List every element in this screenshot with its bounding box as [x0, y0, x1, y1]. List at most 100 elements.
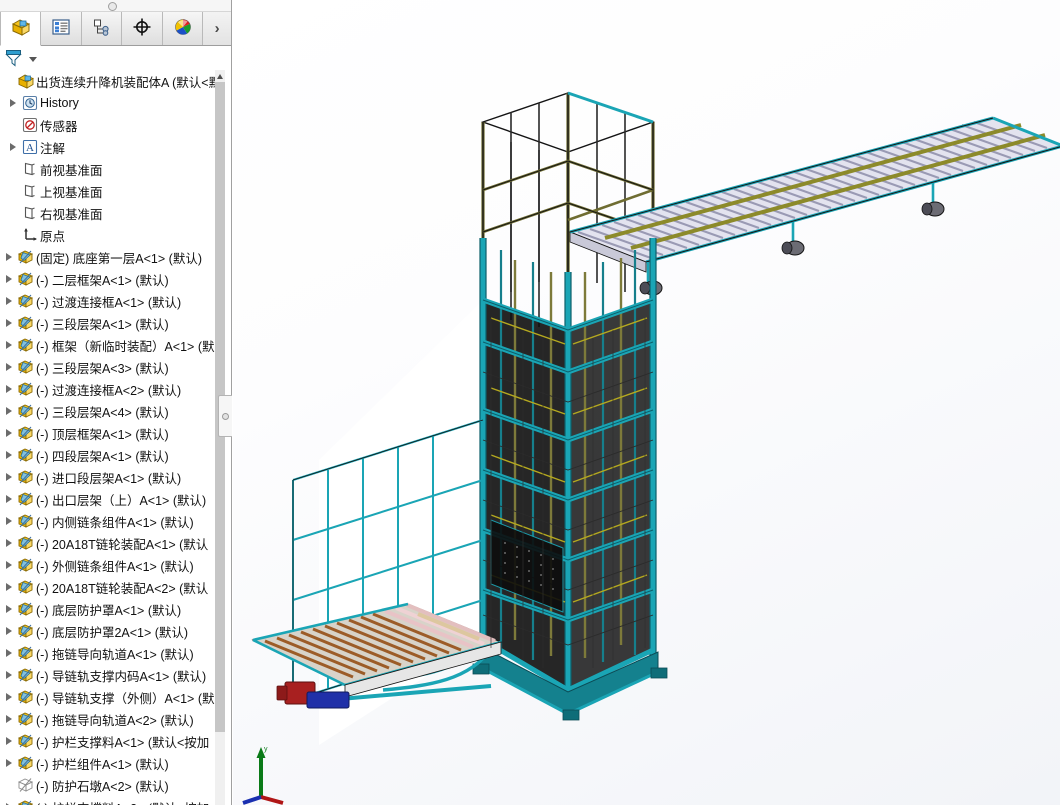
tree-item[interactable]: (-) 二层框架A<1> (默认) — [0, 268, 216, 290]
tree-item[interactable]: History — [0, 92, 216, 114]
tree-item[interactable]: (-) 拖链导向轨道A<2> (默认) — [0, 708, 216, 730]
panel-pin-dot[interactable] — [108, 2, 117, 11]
tree-expander-placeholder — [6, 114, 20, 136]
tree-expand-arrow-icon[interactable] — [6, 92, 20, 114]
tree-item[interactable]: (-) 底层防护罩2A<1> (默认) — [0, 620, 216, 642]
tab-property-manager[interactable] — [41, 12, 82, 45]
tree-expand-arrow-icon[interactable] — [2, 598, 16, 620]
tree-expand-arrow-icon[interactable] — [2, 576, 16, 598]
tree-expand-arrow-icon[interactable] — [2, 488, 16, 510]
tree-expand-arrow-icon[interactable] — [2, 642, 16, 664]
tree-item[interactable]: (-) 过渡连接框A<1> (默认) — [0, 290, 216, 312]
tree-expand-arrow-icon[interactable] — [6, 136, 20, 158]
tree-item[interactable]: (-) 20A18T链轮装配A<2> (默认 — [0, 576, 216, 598]
component-icon — [16, 664, 36, 686]
tree-item[interactable]: 原点 — [0, 224, 216, 246]
tree-expand-arrow-icon[interactable] — [2, 554, 16, 576]
tree-expand-arrow-icon[interactable] — [2, 290, 16, 312]
tab-configuration-manager[interactable] — [81, 12, 123, 45]
outfeed-roller-conveyor — [568, 116, 1060, 296]
tree-item[interactable]: (-) 防护石墩A<2> (默认) — [0, 774, 216, 796]
tree-item[interactable]: 上视基准面 — [0, 180, 216, 202]
tree-expand-arrow-icon[interactable] — [2, 730, 16, 752]
component-icon — [16, 312, 36, 334]
tree-expand-arrow-icon[interactable] — [2, 796, 16, 805]
tree-item[interactable]: (-) 护栏组件A<1> (默认) — [0, 752, 216, 774]
component-icon — [16, 334, 36, 356]
graphics-viewport[interactable]: y — [233, 0, 1060, 805]
tree-item-label: (-) 导链轨支撑（外侧）A<1> (默 — [36, 691, 215, 706]
tree-item[interactable]: (-) 三段层架A<4> (默认) — [0, 400, 216, 422]
tab-overflow-chevron[interactable]: › — [203, 12, 231, 45]
tree-expand-arrow-icon[interactable] — [2, 510, 16, 532]
tree-item[interactable]: (-) 内侧链条组件A<1> (默认) — [0, 510, 216, 532]
tree-item[interactable]: (固定) 底座第一层A<1> (默认) — [0, 246, 216, 268]
gearbox-blue — [306, 691, 350, 709]
tree-item[interactable]: (-) 三段层架A<3> (默认) — [0, 356, 216, 378]
tree-filter-bar[interactable] — [0, 46, 231, 73]
component-icon — [16, 752, 36, 774]
tree-item[interactable]: (-) 三段层架A<1> (默认) — [0, 312, 216, 334]
tree-rows: History 传感器 A 注解 前视基准面 上视基准面 右视基准面 原点 (固定) 底座第一层… — [0, 92, 216, 805]
tree-item[interactable]: (-) 导链轨支撑（外侧）A<1> (默 — [0, 686, 216, 708]
tree-expand-arrow-icon[interactable] — [2, 620, 16, 642]
sensor-icon — [20, 114, 40, 136]
tree-expand-arrow-icon[interactable] — [2, 246, 16, 268]
tree-expand-arrow-icon[interactable] — [2, 268, 16, 290]
component-icon — [16, 400, 36, 422]
tree-item-label: 传感器 — [40, 119, 78, 134]
tree-expand-arrow-icon[interactable] — [2, 422, 16, 444]
tree-item[interactable]: (-) 外侧链条组件A<1> (默认) — [0, 554, 216, 576]
tree-item[interactable]: (-) 拖链导向轨道A<1> (默认) — [0, 642, 216, 664]
tree-expander-placeholder — [6, 224, 20, 246]
component-icon — [16, 532, 36, 554]
tree-expand-arrow-icon[interactable] — [2, 708, 16, 730]
plane-icon — [20, 158, 40, 180]
plane-icon — [20, 180, 40, 202]
cad-model-assembly[interactable]: y — [233, 0, 1060, 805]
tree-expand-arrow-icon[interactable] — [2, 466, 16, 488]
tree-expand-arrow-icon[interactable] — [2, 334, 16, 356]
tree-item[interactable]: (-) 过渡连接框A<2> (默认) — [0, 378, 216, 400]
tree-item[interactable]: A 注解 — [0, 136, 216, 158]
tree-item[interactable]: 前视基准面 — [0, 158, 216, 180]
tree-item[interactable]: 右视基准面 — [0, 202, 216, 224]
tree-item-label: (-) 进口段层架A<1> (默认) — [36, 471, 182, 486]
tree-item[interactable]: (-) 出口层架（上）A<1> (默认) — [0, 488, 216, 510]
tab-display-manager[interactable] — [162, 12, 204, 45]
component-icon — [16, 466, 36, 488]
panel-splitter-handle[interactable] — [218, 395, 232, 437]
tree-expand-arrow-icon[interactable] — [2, 378, 16, 400]
scroll-up-arrow-icon[interactable] — [215, 70, 225, 82]
tree-expand-arrow-icon[interactable] — [2, 444, 16, 466]
tree-expand-arrow-icon[interactable] — [2, 532, 16, 554]
assembly-root-icon — [16, 70, 36, 92]
tree-expand-arrow-icon[interactable] — [2, 664, 16, 686]
tree-item[interactable]: (-) 进口段层架A<1> (默认) — [0, 466, 216, 488]
component-icon — [16, 708, 36, 730]
tree-item[interactable]: (-) 四段层架A<1> (默认) — [0, 444, 216, 466]
filter-dropdown-caret[interactable] — [29, 56, 37, 62]
tree-item[interactable]: (-) 顶层框架A<1> (默认) — [0, 422, 216, 444]
filter-funnel-icon[interactable] — [4, 48, 26, 71]
tab-feature-manager-design-tree[interactable] — [0, 12, 42, 46]
tree-expand-arrow-icon[interactable] — [2, 356, 16, 378]
tree-item[interactable]: (-) 20A18T链轮装配A<1> (默认 — [0, 532, 216, 554]
tree-item[interactable]: (-) 护栏支撑料A<1> (默认<按加 — [0, 730, 216, 752]
tree-expand-arrow-icon[interactable] — [2, 400, 16, 422]
tree-item[interactable]: 传感器 — [0, 114, 216, 136]
tree-item[interactable]: (-) 框架（新临时装配）A<1> (默 — [0, 334, 216, 356]
tree-vertical-scrollbar[interactable] — [215, 70, 225, 805]
tree-item[interactable]: (-) 护栏支撑料A<2> (默认<按加 — [0, 796, 216, 805]
tree-expand-arrow-icon[interactable] — [2, 312, 16, 334]
tree-item[interactable]: (-) 导链轨支撑内码A<1> (默认) — [0, 664, 216, 686]
tree-expand-arrow-icon[interactable] — [2, 752, 16, 774]
component-icon — [16, 686, 36, 708]
tree-root-row[interactable]: 出货连续升降机装配体A (默认<默认 — [0, 70, 216, 92]
tab-dimxpert-manager[interactable] — [122, 12, 163, 45]
tree-item-label: (-) 内侧链条组件A<1> (默认) — [36, 515, 194, 530]
tree-expand-arrow-icon[interactable] — [2, 686, 16, 708]
tree-item[interactable]: (-) 底层防护罩A<1> (默认) — [0, 598, 216, 620]
solidworks-window: › 出货连续升降机装配体A (默认<默认 History 传感器 A 注解 前视… — [0, 0, 1060, 805]
component-icon — [16, 510, 36, 532]
